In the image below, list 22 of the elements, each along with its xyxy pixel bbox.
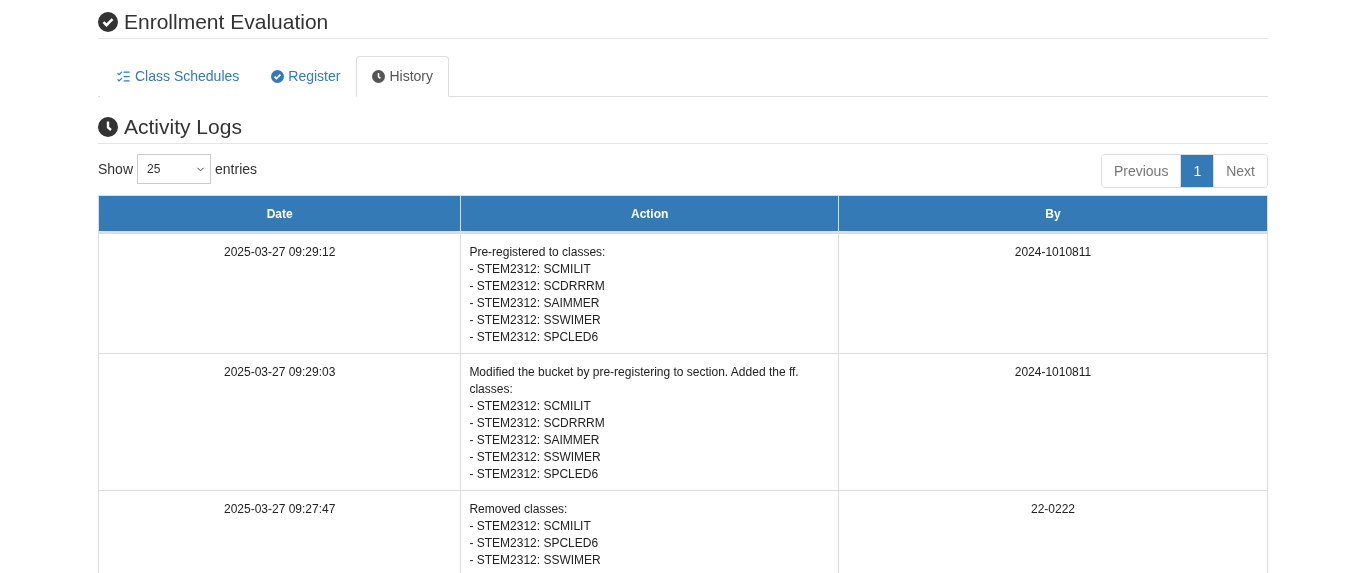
pagination-button[interactable]: 1 (1180, 155, 1214, 187)
entries-label: entries (215, 161, 258, 177)
column-header: Date (98, 195, 461, 233)
section-title: Activity Logs (124, 115, 242, 139)
column-header: Action (460, 195, 839, 233)
table-cell: 2025-03-27 09:29:12 (98, 232, 461, 354)
table-cell: 2025-03-27 09:27:47 (98, 490, 461, 573)
check-circle-icon (271, 69, 285, 83)
list-check-icon (116, 68, 131, 84)
table-cell: 2024-1010811 (838, 232, 1268, 354)
clock-icon (372, 69, 386, 83)
clock-icon (98, 117, 118, 137)
column-header: By (838, 195, 1268, 233)
check-circle-icon (98, 12, 118, 32)
table-cell: Modified the bucket by pre-registering to section. Added the ff. classes: - STEM2312: SCMILIT - STEM2312: SCDRRRM - STEM2312: SAIMMER - STEM2312: SSWIMER - STEM2312: SPCLED6 (460, 353, 839, 491)
table-cell: 2025-03-27 09:29:03 (98, 353, 461, 491)
page-title: Enrollment Evaluation (124, 10, 329, 34)
entries-select[interactable]: 25 (137, 154, 212, 184)
table-cell: Pre-registered to classes: - STEM2312: SCMILIT - STEM2312: SCDRRRM - STEM2312: SAIMMER - STEM2312: SSWIMER - STEM2312: SPCLED6 (460, 232, 839, 354)
tab[interactable]: History (356, 56, 449, 97)
table-cell: 2024-1010811 (838, 353, 1268, 491)
show-label: Show (98, 161, 134, 177)
